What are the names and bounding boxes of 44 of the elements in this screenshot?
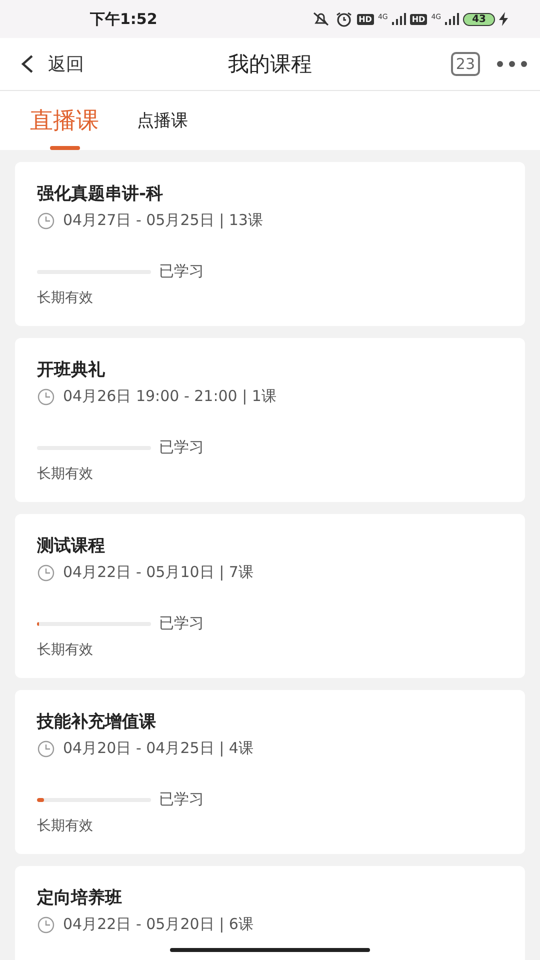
hd-badge: HD: [410, 14, 428, 24]
clock-icon: [37, 740, 55, 758]
course-schedule: 04月20日 - 04月25日 | 4课: [63, 739, 254, 758]
clock-icon: [37, 564, 55, 582]
course-title: 测试课程: [37, 535, 106, 557]
course-schedule: 04月22日 - 05月20日 | 6课: [63, 915, 254, 934]
course-schedule: 04月27日 - 05月25日 | 13课: [63, 211, 263, 230]
back-button[interactable]: 返回: [20, 52, 84, 76]
hd-badge: HD: [356, 14, 374, 24]
signal-icon: [392, 13, 406, 25]
progress-label: 已学习: [159, 262, 204, 281]
progress-label: 已学习: [159, 790, 204, 809]
course-card[interactable]: 开班典礼 04月26日 19:00 - 21:00 | 1课 已学习 长期有效: [15, 338, 525, 502]
validity-label: 长期有效: [37, 817, 94, 835]
tab[interactable]: 点播课: [133, 91, 192, 150]
page-title: 我的课程: [228, 51, 312, 78]
chevron-left-icon: [20, 54, 34, 74]
course-card[interactable]: 强化真题串讲-科 04月27日 - 05月25日 | 13课 已学习 长期有效: [15, 162, 525, 326]
course-title: 技能补充增值课: [37, 711, 157, 733]
mute-bell-icon: [310, 11, 331, 27]
progress-label: 已学习: [159, 614, 204, 633]
charging-icon: [499, 12, 508, 26]
alarm-icon: [334, 11, 353, 27]
battery-level: 43: [463, 12, 495, 26]
course-title: 强化真题串讲-科: [37, 183, 164, 205]
progress-label: 已学习: [159, 438, 204, 457]
course-card[interactable]: 测试课程 04月22日 - 05月10日 | 7课 已学习 长期有效: [15, 514, 525, 678]
course-schedule: 04月26日 19:00 - 21:00 | 1课: [63, 387, 276, 406]
calendar-button[interactable]: 23: [450, 52, 480, 76]
clock: 下午1:52: [90, 10, 158, 28]
validity-label: 长期有效: [37, 641, 94, 659]
validity-label: 长期有效: [37, 289, 94, 307]
course-card[interactable]: 定向培养班 04月22日 - 05月20日 | 6课: [15, 866, 525, 960]
tab[interactable]: 直播课: [26, 91, 103, 150]
clock-icon: [37, 212, 55, 230]
signal-icon: [445, 13, 460, 25]
course-card[interactable]: 技能补充增值课 04月20日 - 04月25日 | 4课 已学习 长期有效: [15, 690, 525, 854]
validity-label: 长期有效: [37, 465, 94, 483]
clock-icon: [37, 916, 55, 934]
clock-icon: [37, 388, 55, 406]
course-title: 定向培养班: [37, 887, 123, 909]
course-schedule: 04月22日 - 05月10日 | 7课: [63, 563, 254, 582]
course-title: 开班典礼: [37, 359, 106, 381]
more-icon[interactable]: [496, 60, 528, 68]
